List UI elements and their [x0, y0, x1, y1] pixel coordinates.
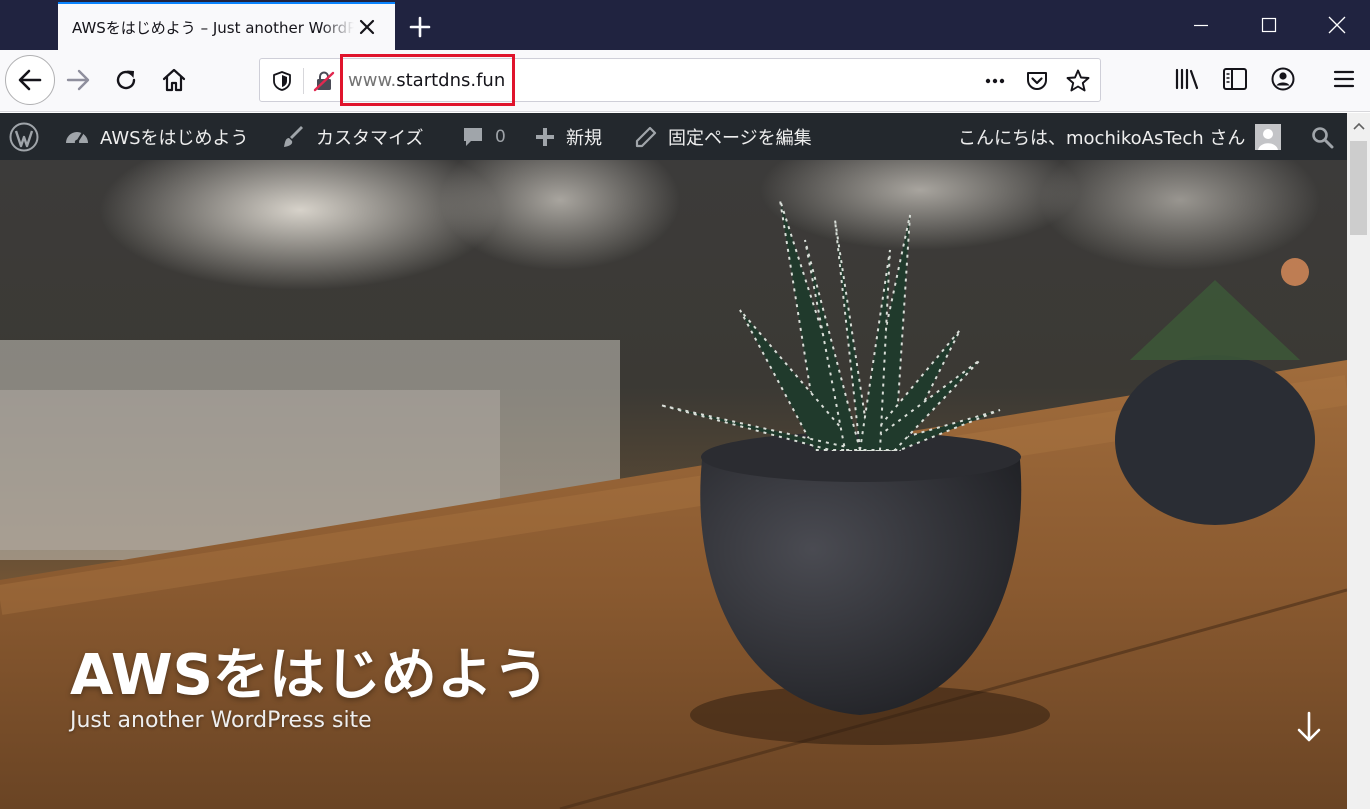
forward-button[interactable] [55, 57, 101, 103]
url-separator [303, 68, 304, 94]
tab-title: AWSをはじめよう – Just another WordPress site [72, 19, 354, 37]
plus-icon[interactable] [405, 12, 435, 42]
url-highlight-box [340, 54, 515, 106]
navigation-toolbar: www.startdns.fun [0, 50, 1370, 112]
admin-site-name[interactable]: AWSをはじめよう [64, 113, 249, 160]
vertical-scrollbar[interactable] [1347, 113, 1370, 809]
admin-edit-page[interactable]: 固定ページを編集 [634, 113, 812, 160]
hero-header: AWSをはじめよう Just another WordPress site [0, 160, 1347, 809]
tab-strip: AWSをはじめよう – Just another WordPress site [0, 0, 1370, 50]
window-close-icon[interactable] [1304, 0, 1370, 50]
admin-comments[interactable]: 0 [461, 113, 506, 160]
admin-account[interactable]: こんにちは、mochikoAsTech さん [958, 113, 1282, 160]
scroll-down-arrow-icon[interactable] [1294, 710, 1324, 744]
dashboard-icon [66, 131, 88, 144]
sidebar-icon[interactable] [1220, 64, 1250, 94]
url-bar[interactable]: www.startdns.fun [259, 54, 1101, 106]
menu-icon[interactable] [1329, 64, 1359, 94]
site-name-label: AWSをはじめよう [100, 127, 249, 149]
comments-count: 0 [495, 126, 506, 147]
site-tagline: Just another WordPress site [70, 708, 372, 733]
close-icon[interactable] [354, 14, 380, 40]
reload-icon [116, 70, 136, 90]
maximize-icon[interactable] [1236, 0, 1302, 50]
tab-active[interactable]: AWSをはじめよう – Just another WordPress site [58, 2, 395, 50]
minimize-icon[interactable] [1168, 0, 1234, 50]
account-icon[interactable] [1268, 64, 1298, 94]
scroll-up-icon[interactable] [1347, 113, 1370, 139]
admin-customize[interactable]: カスタマイズ [282, 113, 423, 160]
forward-arrow-icon [66, 69, 90, 91]
site-title[interactable]: AWSをはじめよう [70, 630, 549, 711]
back-button[interactable] [5, 55, 55, 105]
reload-button[interactable] [103, 57, 149, 103]
library-icon[interactable] [1172, 64, 1202, 94]
home-button[interactable] [151, 57, 197, 103]
search-icon [1312, 126, 1334, 148]
page-actions-icon[interactable] [982, 68, 1008, 94]
scrollbar-thumb[interactable] [1350, 141, 1367, 235]
wp-admin-bar: AWSをはじめよう カスタマイズ 0 新規 固定ページを編集 こんにちは、moc… [0, 113, 1347, 160]
pocket-icon[interactable] [1024, 68, 1050, 94]
back-arrow-icon [18, 69, 42, 91]
avatar [1255, 123, 1282, 150]
admin-search[interactable] [1310, 113, 1344, 160]
pencil-icon [635, 126, 657, 147]
plus-icon [536, 127, 554, 146]
paintbrush-icon [284, 125, 303, 147]
wordpress-logo-icon[interactable] [8, 113, 50, 160]
shield-icon[interactable] [270, 69, 294, 93]
comment-icon [464, 127, 482, 146]
customize-label: カスタマイズ [316, 127, 424, 149]
edit-page-label: 固定ページを編集 [668, 127, 812, 149]
greeting-label: こんにちは、mochikoAsTech さん [958, 127, 1246, 149]
star-icon[interactable] [1065, 68, 1091, 94]
home-icon [162, 68, 186, 92]
admin-new[interactable]: 新規 [534, 113, 602, 160]
new-label: 新規 [566, 127, 602, 149]
insecure-lock-icon[interactable] [312, 69, 336, 93]
